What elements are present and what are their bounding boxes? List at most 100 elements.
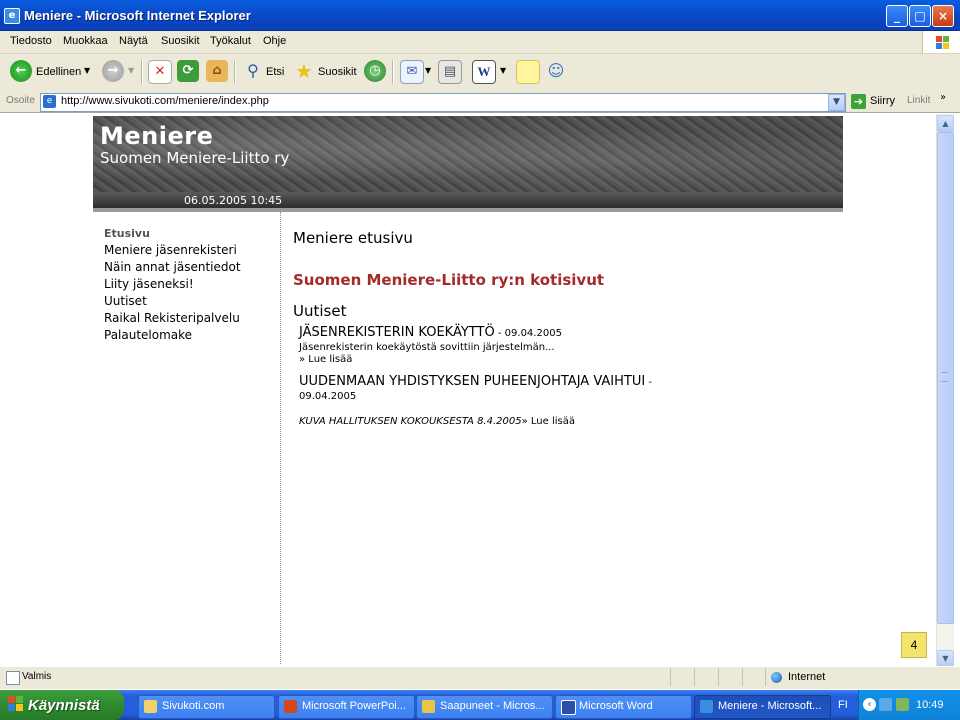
status-separator [718,668,719,686]
nav-link-join[interactable]: Liity jäseneksi! [104,277,194,291]
news-item-photo[interactable]: KUVA HALLITUKSEN KOKOUKSESTA 8.4.2005» L… [299,416,575,427]
forward-dropdown-icon[interactable]: ▼ [128,66,134,75]
read-more-link[interactable]: » Lue lisää [299,354,352,365]
taskbar-item-powerpoint[interactable]: Microsoft PowerPoi... [278,695,415,719]
outlook-icon [422,700,435,713]
page-number-badge: 4 [901,632,927,658]
menu-help[interactable]: Ohje [263,35,286,47]
home-icon[interactable]: ⌂ [206,60,228,82]
menu-file[interactable]: Tiedosto [10,35,52,47]
menu-view[interactable]: Näytä [119,35,148,47]
back-arrow-icon[interactable]: ← [10,60,32,82]
word-icon [561,700,576,715]
scroll-down-icon[interactable]: ▼ [937,650,954,667]
news-item-title[interactable]: UUDENMAAN YHDISTYKSEN PUHEENJOHTAJA VAIH… [299,374,652,389]
news-date: - 09.04.2005 [494,328,562,339]
taskbar-item-sivukoti[interactable]: Sivukoti.com [138,695,275,719]
messenger-icon[interactable]: ☺ [545,60,567,82]
ie-icon: e [4,8,20,24]
status-separator [670,668,671,686]
powerpoint-icon [284,700,297,713]
start-label[interactable]: Käynnistä [28,697,100,714]
page-heading: Meniere etusivu [293,229,413,247]
status-separator [765,668,766,686]
address-url[interactable]: http://www.sivukoti.com/meniere/index.ph… [61,95,269,107]
toolbar-separator [392,60,394,84]
address-dropdown-icon[interactable]: ▼ [828,94,845,111]
maximize-button[interactable]: □ [909,5,931,27]
go-button-label[interactable]: Siirry [870,95,895,107]
nav-link-registry-service[interactable]: Raikal Rekisteripalvelu [104,311,240,325]
history-icon[interactable]: ◷ [364,60,386,82]
address-label: Osoite [6,95,35,106]
links-label[interactable]: Linkit [907,95,930,106]
nav-link-feedback[interactable]: Palautelomake [104,328,192,342]
scroll-up-icon[interactable]: ▲ [937,115,954,132]
taskbar-item-label: Microsoft PowerPoi... [302,700,406,712]
nav-link-news[interactable]: Uutiset [104,294,147,308]
window-title: Meniere - Microsoft Internet Explorer [24,8,251,23]
close-button[interactable]: × [932,5,954,27]
tray-expand-icon[interactable]: ‹ [863,698,876,711]
folder-icon [144,700,157,713]
news-photo-title[interactable]: KUVA HALLITUKSEN KOKOUKSESTA 8.4.2005 [299,416,522,427]
links-chevron-icon[interactable]: » [940,92,946,103]
taskbar-item-label: Microsoft Word [579,700,653,712]
nav-divider [280,212,281,664]
refresh-icon[interactable]: ⟳ [177,60,199,82]
news-title-text[interactable]: UUDENMAAN YHDISTYKSEN PUHEENJOHTAJA VAIH… [299,374,645,389]
taskbar-item-word[interactable]: Microsoft Word [555,695,692,719]
status-separator [742,668,743,686]
tray-app-icon[interactable] [896,698,909,711]
windows-logo-icon [922,31,960,53]
taskbar-item-outlook[interactable]: Saapuneet - Micros... [416,695,553,719]
windows-logo-icon [8,696,24,712]
mail-dropdown-icon[interactable]: ▼ [425,66,431,75]
forward-arrow-icon[interactable]: → [102,60,124,82]
search-button-label[interactable]: Etsi [266,66,284,78]
toolbar-separator [141,60,143,84]
nav-link-member-registry[interactable]: Meniere jäsenrekisteri [104,243,237,257]
site-subtitle: Suomen Meniere-Liitto ry [100,149,290,167]
menu-edit[interactable]: Muokkaa [63,35,108,47]
network-tray-icon[interactable] [879,698,892,711]
news-date: 09.04.2005 [299,391,357,402]
news-date-separator: - [645,377,652,388]
stop-icon[interactable]: ✕ [148,60,172,84]
status-text: Valmis [22,671,52,682]
read-more-link[interactable]: » Lue lisää [522,416,575,427]
language-indicator[interactable]: FI [838,699,848,711]
site-title: Meniere [100,122,214,150]
menu-tools[interactable]: Työkalut [210,35,251,47]
scroll-grip-icon [941,372,948,382]
news-item-title[interactable]: JÄSENREKISTERIN KOEKÄYTTÖ - 09.04.2005 [299,325,562,340]
clock[interactable]: 10:49 [916,699,944,711]
search-icon[interactable]: ⚲ [242,60,264,82]
taskbar-item-label: Saapuneet - Micros... [440,700,545,712]
site-heading: Suomen Meniere-Liitto ry:n kotisivut [293,271,605,289]
internet-globe-icon [771,672,782,683]
page-icon: e [43,95,56,108]
security-zone: Internet [788,671,826,683]
mail-icon[interactable]: ✉ [400,60,424,84]
print-icon[interactable]: ▤ [438,60,462,84]
back-button-label[interactable]: Edellinen [36,66,81,78]
nav-link-home[interactable]: Etusivu [104,227,150,240]
minimize-button[interactable]: _ [886,5,908,27]
nav-link-member-info[interactable]: Näin annat jäsentiedot [104,260,241,274]
taskbar-item-ie-meniere[interactable]: Meniere - Microsoft... [694,695,831,719]
back-dropdown-icon[interactable]: ▼ [84,66,90,75]
discuss-note-icon[interactable] [516,60,540,84]
word-edit-icon[interactable]: W [472,60,496,84]
favorites-star-icon[interactable]: ★ [293,60,315,82]
news-heading: Uutiset [293,302,347,320]
status-separator [694,668,695,686]
news-title-text[interactable]: JÄSENREKISTERIN KOEKÄYTTÖ [299,325,495,340]
edit-dropdown-icon[interactable]: ▼ [500,66,506,75]
menu-favorites[interactable]: Suosikit [161,35,200,47]
date-time: 06.05.2005 10:45 [184,194,283,207]
taskbar-item-label: Sivukoti.com [162,700,225,712]
favorites-button-label[interactable]: Suosikit [318,66,357,78]
go-arrow-icon[interactable]: ➔ [851,94,866,109]
page-status-icon [6,671,20,685]
